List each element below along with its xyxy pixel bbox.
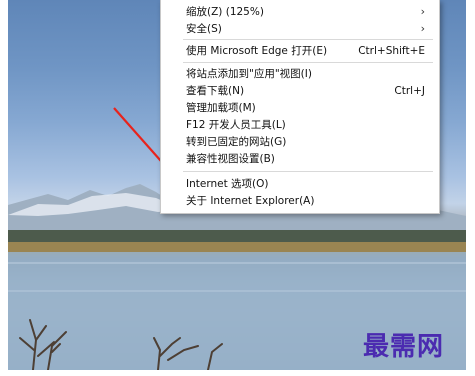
menu-item-safety[interactable]: 安全(S) › <box>186 21 425 37</box>
menu-item-f12-devtools[interactable]: F12 开发人员工具(L) <box>186 117 425 133</box>
menu-item-add-site-to-apps[interactable]: 将站点添加到"应用"视图(I) <box>186 66 425 82</box>
menu-item-zoom[interactable]: 缩放(Z) (125%) › <box>186 4 425 20</box>
menu-item-internet-options[interactable]: Internet 选项(O) <box>186 176 425 192</box>
menu-separator <box>183 39 433 40</box>
watermark-logo: 最需网 <box>363 332 445 362</box>
menu-item-about-ie[interactable]: 关于 Internet Explorer(A) <box>186 193 425 209</box>
chevron-right-icon: › <box>420 5 425 18</box>
tree-line <box>8 230 466 242</box>
shore <box>8 242 466 252</box>
shortcut-label: Ctrl+J <box>394 85 425 97</box>
menu-item-manage-addons[interactable]: 管理加载项(M) <box>186 100 425 116</box>
ie-tools-context-menu: 缩放(Z) (125%) › 安全(S) › 使用 Microsoft Edge… <box>160 0 440 214</box>
chevron-right-icon: › <box>420 22 425 35</box>
shortcut-label: Ctrl+Shift+E <box>358 45 425 57</box>
menu-item-compatibility-view[interactable]: 兼容性视图设置(B) <box>186 151 425 167</box>
menu-item-open-in-edge[interactable]: 使用 Microsoft Edge 打开(E) Ctrl+Shift+E <box>186 43 425 59</box>
menu-separator <box>183 171 433 172</box>
menu-item-view-downloads[interactable]: 查看下载(N) Ctrl+J <box>186 83 425 99</box>
menu-separator <box>183 62 433 63</box>
menu-item-pinned-sites[interactable]: 转到已固定的网站(G) <box>186 134 425 150</box>
